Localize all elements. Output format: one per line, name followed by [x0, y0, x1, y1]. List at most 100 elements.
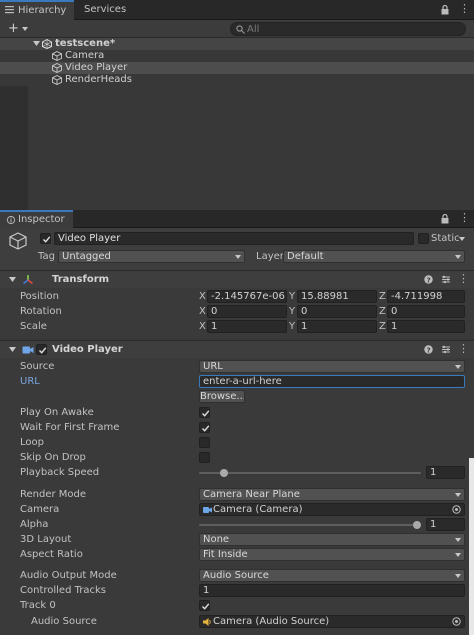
list-item-label: RenderHeads — [65, 74, 132, 85]
rotation-z-field[interactable]: 0 — [387, 305, 465, 318]
more-icon[interactable]: ⋮ — [458, 273, 469, 284]
tag-value: Untagged — [62, 251, 111, 262]
video-player-enabled-checkbox[interactable] — [36, 344, 47, 355]
audio-output-label: Audio Output Mode — [20, 570, 117, 581]
camera-value: Camera (Camera) — [213, 504, 303, 515]
position-z-field[interactable]: -4.711998 — [387, 290, 465, 303]
loop-checkbox[interactable] — [199, 437, 210, 448]
layer-label: Layer — [256, 251, 284, 262]
unity-scene-icon — [42, 39, 52, 49]
tab-hierarchy[interactable]: Hierarchy — [0, 0, 75, 20]
scrollbar[interactable] — [469, 458, 474, 635]
scale-z-field[interactable]: 1 — [387, 320, 465, 333]
playback-speed-knob[interactable] — [220, 469, 229, 477]
layer-dropdown[interactable]: Default — [283, 250, 465, 263]
video-player-header[interactable]: Video Player ? ⋮ — [0, 340, 474, 358]
list-item[interactable]: RenderHeads — [0, 74, 474, 86]
more-icon[interactable]: ⋮ — [458, 343, 469, 354]
chevron-down-icon[interactable] — [22, 27, 28, 31]
position-y-field[interactable]: 15.88981 — [297, 290, 377, 303]
url-input[interactable]: enter-a-url-here — [199, 375, 465, 388]
source-dropdown[interactable]: URL — [199, 360, 465, 373]
list-item-label: Camera — [65, 50, 105, 61]
layer-value: Default — [287, 251, 324, 262]
transform-title: Transform — [52, 274, 110, 285]
static-label: Static — [431, 233, 460, 244]
playback-speed-track[interactable] — [199, 472, 421, 474]
axis-x-label: X — [199, 306, 206, 317]
tag-dropdown[interactable]: Untagged — [58, 250, 245, 263]
list-item[interactable]: Camera — [0, 50, 474, 62]
list-item[interactable]: Video Player — [0, 62, 474, 74]
loop-label: Loop — [20, 437, 44, 448]
tab-services[interactable]: Services — [76, 0, 134, 20]
axis-y-label: Y — [289, 321, 296, 332]
rotation-y-field[interactable]: 0 — [297, 305, 377, 318]
audio-source-object-field[interactable]: Camera (Audio Source) — [199, 615, 465, 628]
video-player-title: Video Player — [52, 344, 123, 355]
skip-on-drop-checkbox[interactable] — [199, 452, 210, 463]
gameobject-icon — [52, 75, 62, 85]
active-checkbox[interactable] — [40, 233, 51, 244]
layout-label: 3D Layout — [20, 534, 72, 545]
hierarchy-toolbar: + All — [0, 20, 474, 38]
object-header: Video Player Static Tag Untagged Layer D… — [0, 228, 474, 270]
more-icon[interactable]: ⋮ — [459, 3, 470, 14]
render-mode-dropdown[interactable]: Camera Near Plane — [199, 488, 465, 501]
track0-checkbox[interactable] — [199, 600, 210, 611]
wait-first-frame-checkbox[interactable] — [199, 422, 210, 433]
axis-x-label: X — [199, 321, 206, 332]
gameobject-icon — [9, 232, 27, 250]
audio-output-value: Audio Source — [203, 570, 269, 581]
play-on-awake-checkbox[interactable] — [199, 407, 210, 418]
audio-output-dropdown[interactable]: Audio Source — [199, 569, 465, 582]
static-checkbox[interactable] — [418, 233, 429, 244]
tab-inspector-label: Inspector — [18, 214, 65, 225]
browse-button[interactable]: Browse... — [199, 390, 245, 403]
controlled-tracks-field[interactable]: 1 — [199, 584, 465, 597]
more-icon[interactable]: ⋮ — [459, 212, 470, 223]
alpha-track[interactable] — [199, 524, 421, 526]
chevron-down-icon[interactable] — [33, 41, 40, 46]
list-item-label: Video Player — [65, 62, 128, 73]
search-input[interactable]: All — [230, 22, 466, 36]
play-on-awake-label: Play On Awake — [20, 407, 94, 418]
axis-y-label: Y — [289, 291, 296, 302]
presets-icon[interactable] — [441, 345, 451, 354]
scale-x-field[interactable]: 1 — [207, 320, 287, 333]
presets-icon[interactable] — [441, 275, 451, 284]
object-picker-icon[interactable] — [452, 617, 461, 626]
scene-row[interactable]: testscene* — [0, 38, 474, 50]
rotation-x-field[interactable]: 0 — [207, 305, 287, 318]
url-label: URL — [20, 376, 40, 387]
object-name-field[interactable]: Video Player — [54, 232, 414, 245]
add-button[interactable]: + — [8, 21, 19, 36]
camera-object-field[interactable]: Camera (Camera) — [199, 503, 465, 516]
list-icon — [5, 6, 14, 14]
chevron-down-icon[interactable] — [459, 237, 465, 241]
lock-icon[interactable] — [441, 5, 449, 15]
scale-y-field[interactable]: 1 — [297, 320, 377, 333]
axis-x-label: X — [199, 291, 206, 302]
playback-speed-field[interactable]: 1 — [426, 466, 465, 479]
search-icon — [236, 25, 245, 34]
transform-header[interactable]: Transform ? ⋮ — [0, 270, 474, 288]
chevron-down-icon[interactable] — [9, 277, 16, 282]
chevron-down-icon[interactable] — [9, 347, 16, 352]
camera-label: Camera — [20, 504, 60, 515]
wait-first-frame-label: Wait For First Frame — [20, 422, 120, 433]
alpha-knob[interactable] — [413, 521, 421, 529]
tab-inspector[interactable]: Inspector — [0, 210, 73, 228]
render-mode-value: Camera Near Plane — [203, 489, 300, 500]
alpha-field[interactable]: 1 — [426, 518, 465, 531]
audio-source-value: Camera (Audio Source) — [213, 616, 330, 627]
position-x-field[interactable]: -2.145767e-06 — [207, 290, 287, 303]
object-picker-icon[interactable] — [452, 505, 461, 514]
help-icon[interactable]: ? — [424, 345, 433, 354]
layout-dropdown[interactable]: None — [199, 533, 465, 546]
search-placeholder: All — [247, 24, 260, 35]
tab-services-label: Services — [84, 4, 127, 15]
help-icon[interactable]: ? — [424, 275, 433, 284]
lock-icon[interactable] — [441, 214, 449, 224]
aspect-dropdown[interactable]: Fit Inside — [199, 548, 465, 561]
